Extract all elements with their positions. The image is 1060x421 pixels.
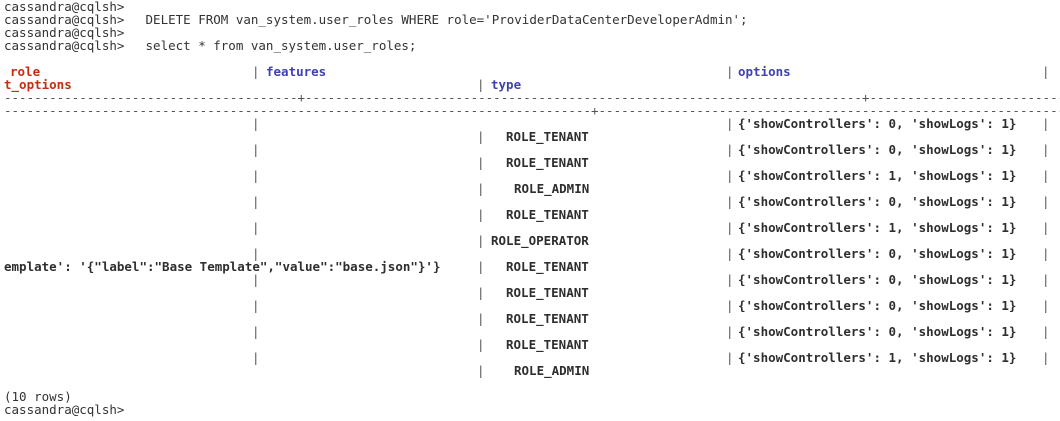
column-separator: | (252, 64, 260, 79)
column-separator: | (1042, 64, 1050, 79)
cell-options: {'showControllers': 0, 'showLogs': 1} (738, 194, 1017, 209)
cell-type: ROLE_TENANT (506, 285, 589, 300)
cell-options: {'showControllers': 0, 'showLogs': 1} (738, 246, 1017, 261)
cell-options: {'showControllers': 0, 'showLogs': 1} (738, 116, 1017, 131)
cell-options: {'showControllers': 0, 'showLogs': 1} (738, 298, 1017, 313)
column-separator: | (1042, 116, 1050, 131)
terminal-window[interactable]: cassandra@cqlsh> cassandra@cqlsh> DELETE… (0, 0, 1060, 421)
cell-type: ROLE_TENANT (506, 129, 589, 144)
column-separator: | (1042, 350, 1050, 365)
column-separator: | (477, 207, 485, 222)
column-separator: | (477, 181, 485, 196)
column-separator: | (1042, 246, 1050, 261)
column-separator: | (477, 233, 485, 248)
column-separator: | (477, 129, 485, 144)
cell-type: ROLE_TENANT (506, 337, 589, 352)
column-separator: | (477, 311, 485, 326)
column-separator: | (252, 350, 260, 365)
column-separator: | (252, 142, 260, 157)
column-separator: | (726, 64, 734, 79)
column-separator: | (252, 324, 260, 339)
cell-options: {'showControllers': 0, 'showLogs': 1} (738, 272, 1017, 287)
cell-type: ROLE_TENANT (506, 207, 589, 222)
column-separator: | (477, 155, 485, 170)
cell-type: ROLE_ADMIN (514, 363, 590, 378)
cell-type: ROLE_OPERATOR (491, 233, 589, 248)
command-text: DELETE FROM van_system.user_roles WHERE … (138, 12, 748, 27)
column-separator: | (252, 168, 260, 183)
column-separator: | (726, 324, 734, 339)
column-separator: | (726, 246, 734, 261)
prompt: cassandra@cqlsh> (4, 38, 125, 53)
column-separator: | (726, 220, 734, 235)
cell-options: {'showControllers': 1, 'showLogs': 1} (738, 168, 1017, 183)
cell-options: {'showControllers': 1, 'showLogs': 1} (738, 350, 1017, 365)
cell-t-options: emplate': '{"label":"Base Template","val… (4, 259, 441, 274)
column-separator: | (726, 142, 734, 157)
prompt: cassandra@cqlsh> (4, 402, 125, 417)
column-separator: | (477, 337, 485, 352)
cell-type: ROLE_TENANT (506, 311, 589, 326)
cell-options: {'showControllers': 1, 'showLogs': 1} (738, 220, 1017, 235)
column-separator: | (1042, 220, 1050, 235)
cell-type: ROLE_TENANT (506, 259, 589, 274)
command-line: cassandra@cqlsh> select * from van_syste… (0, 39, 416, 52)
column-separator: | (726, 194, 734, 209)
column-separator: | (252, 298, 260, 313)
column-separator: | (252, 272, 260, 287)
column-separator: | (1042, 168, 1050, 183)
final-prompt-line[interactable]: cassandra@cqlsh> (0, 403, 124, 416)
cell-options: {'showControllers': 0, 'showLogs': 1} (738, 142, 1017, 157)
column-header-features: features (266, 64, 327, 79)
column-separator: | (726, 168, 734, 183)
column-separator: | (1042, 298, 1050, 313)
column-separator: | (1042, 324, 1050, 339)
column-separator: | (1042, 142, 1050, 157)
column-separator: | (477, 285, 485, 300)
column-separator: | (252, 194, 260, 209)
column-separator: | (726, 350, 734, 365)
column-separator: | (1042, 194, 1050, 209)
cell-options: {'showControllers': 0, 'showLogs': 1} (738, 324, 1017, 339)
cell-type: ROLE_ADMIN (514, 181, 590, 196)
column-header-options: options (738, 64, 791, 79)
column-separator: | (477, 363, 485, 378)
column-separator: | (477, 259, 485, 274)
column-separator: | (726, 298, 734, 313)
column-separator: | (252, 116, 260, 131)
column-separator: | (252, 220, 260, 235)
column-separator: | (726, 116, 734, 131)
column-separator: | (726, 272, 734, 287)
table-separator: ----------------------------------------… (4, 103, 1060, 118)
column-separator: | (1042, 272, 1050, 287)
cell-type: ROLE_TENANT (506, 155, 589, 170)
command-text: select * from van_system.user_roles; (138, 38, 417, 53)
